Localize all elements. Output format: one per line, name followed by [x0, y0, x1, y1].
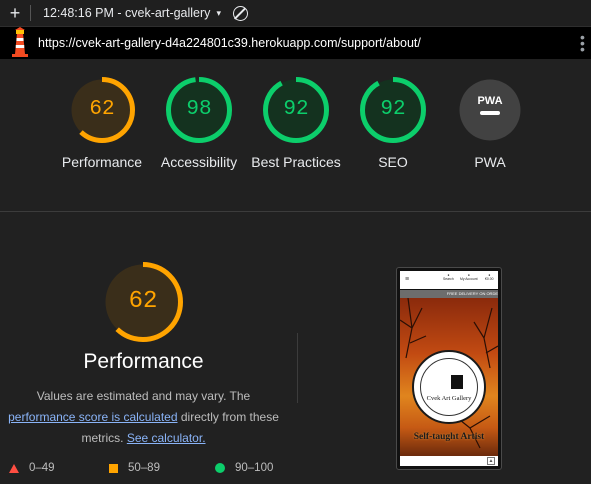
circle-icon	[215, 463, 225, 473]
desc-text: metrics.	[81, 431, 124, 445]
page-url: https://cvek-art-gallery-d4a224801c39.he…	[38, 36, 421, 50]
gauge-ring: 62	[69, 77, 135, 143]
nav-search: ● Search	[443, 273, 454, 281]
gauge-label: Best Practices	[251, 154, 341, 170]
legend-range: 50–89	[128, 462, 160, 474]
gauge-pwa[interactable]: PWA PWA	[445, 77, 535, 172]
url-bar: https://cvek-art-gallery-d4a224801c39.he…	[0, 27, 591, 59]
easel-icon	[451, 375, 463, 389]
triangle-icon	[9, 463, 19, 473]
gauge-score: 92	[380, 98, 406, 121]
gauge-score: 98	[186, 98, 212, 121]
logo-ring	[420, 358, 478, 416]
gauge-ring: 92	[360, 77, 426, 143]
gauge-ring: 98	[166, 77, 232, 143]
legend-fail: 0–49	[9, 462, 55, 474]
site-navbar: ≡ ● Search ● My Account ● €0.00	[400, 271, 498, 289]
brand-name: Cvek Art Gallery	[426, 395, 472, 402]
nav-account-label: My Account	[460, 277, 478, 281]
section-divider	[0, 211, 591, 212]
hero-tagline: Self-taught Artist	[413, 432, 485, 442]
performance-gauge-large: 62	[103, 262, 183, 342]
final-screenshot[interactable]: ≡ ● Search ● My Account ● €0.00 FREE DELIVE…	[396, 267, 502, 470]
toolbar-separator	[30, 5, 31, 21]
clear-icon[interactable]	[232, 5, 248, 21]
nav-search-label: Search	[443, 277, 454, 281]
performance-score: 62	[128, 288, 158, 315]
legend-range: 90–100	[235, 462, 274, 474]
hero-image: Cvek Art Gallery Self-taught Artist	[400, 298, 498, 456]
performance-description: Values are estimated and may vary. The p…	[0, 386, 287, 449]
gauge-label: Accessibility	[160, 154, 238, 170]
chevron-down-icon: ▾	[216, 7, 221, 18]
gauge-ring: PWA	[457, 77, 523, 143]
delivery-banner: FREE DELIVERY ON ORDE	[400, 290, 498, 298]
nav-bag-label: €0.00	[485, 277, 494, 281]
see-calculator-link[interactable]: See calculator.	[127, 431, 206, 445]
gauge-accessibility[interactable]: 98 Accessibility	[154, 77, 244, 172]
nav-account: ● My Account	[460, 273, 478, 281]
gauge-best-practices[interactable]: 92 Best Practices	[251, 77, 341, 172]
pwa-dash-icon	[480, 111, 500, 115]
gauge-ring: 92	[263, 77, 329, 143]
square-icon	[109, 463, 118, 473]
performance-title: Performance	[83, 350, 204, 373]
desc-text: directly from these	[180, 410, 279, 424]
gauge-label: PWA	[474, 154, 506, 170]
report-selector[interactable]: 12:48:16 PM - cvek-art-gallery ▾	[43, 6, 221, 20]
legend-range: 0–49	[29, 462, 55, 474]
report-label: 12:48:16 PM - cvek-art-gallery	[43, 6, 211, 20]
back-to-top-icon: ▲	[487, 457, 495, 465]
lighthouse-icon	[6, 27, 34, 59]
score-calculated-link[interactable]: performance score is calculated	[8, 410, 177, 424]
pwa-badge-text: PWA	[477, 95, 502, 107]
add-report-button[interactable]: +	[0, 0, 30, 26]
gauge-score: 92	[283, 98, 309, 121]
gauge-label: SEO	[378, 154, 408, 170]
legend-pass: 90–100	[215, 462, 273, 474]
more-menu-icon[interactable]: • • •	[573, 30, 591, 56]
logo-circle: Cvek Art Gallery	[412, 350, 486, 424]
desc-line-2: performance score is calculated directly…	[0, 407, 287, 428]
desc-line-3: metrics. See calculator.	[0, 428, 287, 449]
hamburger-icon: ≡	[405, 276, 410, 283]
category-gauges: 62 Performance 98 Accessibility 92 Best …	[0, 60, 591, 210]
gauge-svg: PWA	[459, 79, 521, 141]
gauge-seo[interactable]: 92 SEO	[348, 77, 438, 172]
score-legend: 0–49 50–89 90–100	[0, 462, 300, 480]
gauge-background	[459, 79, 521, 141]
gauge-performance[interactable]: 62 Performance	[57, 77, 147, 172]
screenshot-footer: ▲	[400, 456, 498, 466]
desc-line-1: Values are estimated and may vary. The	[36, 389, 251, 403]
devtools-toolbar: + 12:48:16 PM - cvek-art-gallery ▾	[0, 0, 591, 27]
vertical-divider	[297, 333, 298, 403]
legend-average: 50–89	[109, 462, 160, 474]
nav-bag: ● €0.00	[485, 273, 494, 281]
gauge-score: 62	[89, 98, 115, 121]
gauge-label: Performance	[61, 154, 143, 170]
